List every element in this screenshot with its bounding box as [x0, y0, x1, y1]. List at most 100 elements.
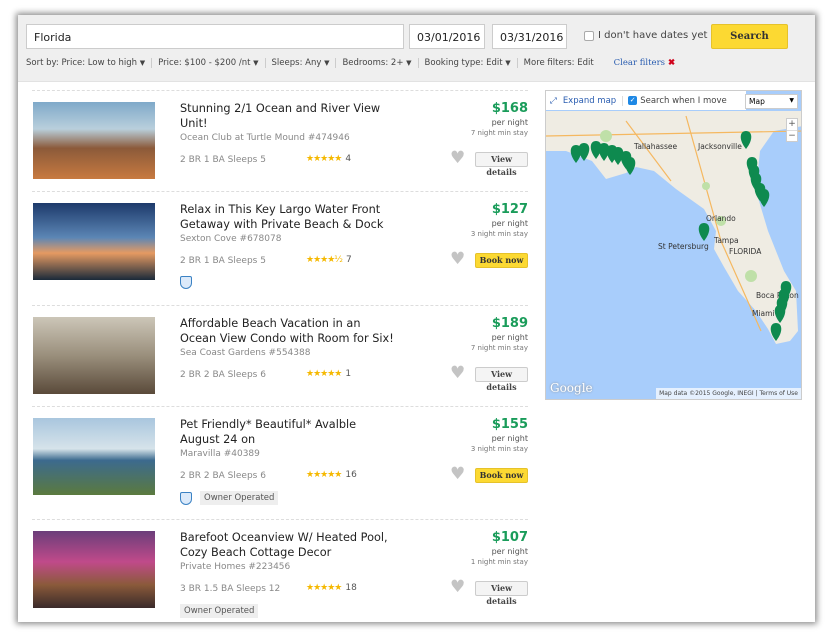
rating-stars: ★★★★★ 18 — [306, 583, 357, 593]
heart-icon[interactable]: ♥ — [450, 464, 465, 484]
listing-photo[interactable] — [33, 317, 155, 394]
listing-specs: 2 BR 1 BA Sleeps 5 — [180, 155, 266, 165]
listing-location: Private Homes #223456 — [180, 562, 291, 572]
filter-bar: Sort by: Price: Low to high ▼ Price: $10… — [26, 58, 675, 68]
listing-title[interactable]: Relax in This Key Largo Water Front Geta… — [180, 202, 395, 232]
owner-operated-badge: Owner Operated — [200, 491, 279, 505]
search-bar: Florida 03/01/2016 03/31/2016 I don't ha… — [18, 15, 815, 82]
checkin-input[interactable]: 03/01/2016 — [409, 24, 485, 49]
listing-card[interactable]: Relax in This Key Largo Water Front Geta… — [32, 191, 528, 304]
city-label: FLORIDA — [729, 247, 762, 256]
listing-card[interactable]: Stunning 2/1 Ocean and River View Unit! … — [32, 90, 528, 203]
bedrooms-dropdown[interactable]: Bedrooms: 2+ ▼ — [336, 58, 419, 68]
location-input[interactable]: Florida — [26, 24, 404, 49]
sleeps-dropdown[interactable]: Sleeps: Any ▼ — [266, 58, 337, 68]
price: $107 — [491, 530, 528, 545]
listing-location: Sexton Cove #678078 — [180, 234, 282, 244]
clear-filters-link[interactable]: Clear filters ✖ — [614, 58, 675, 68]
map-attribution[interactable]: Map data ©2015 Google, INEGI | Terms of … — [656, 388, 801, 399]
listing-card[interactable]: Pet Friendly* Beautiful* Avalble August … — [32, 406, 528, 519]
city-label: Boca Raton — [756, 291, 799, 300]
expand-map-link[interactable]: Expand map — [563, 96, 616, 106]
rating-stars: ★★★★★ 4 — [306, 154, 351, 164]
rating-stars: ★★★★★ 16 — [306, 470, 357, 480]
city-label: Tallahassee — [633, 142, 677, 151]
listing-specs: 2 BR 2 BA Sleeps 6 — [180, 471, 266, 481]
listing-photo[interactable] — [33, 102, 155, 179]
zoom-controls: + − — [786, 118, 798, 142]
min-stay: 3 night min stay — [470, 445, 528, 453]
view-details-button[interactable]: View details — [475, 152, 528, 177]
listing-photo[interactable] — [33, 203, 155, 280]
city-label: St Petersburg — [658, 242, 709, 251]
city-label: Miami — [752, 309, 775, 318]
price-dropdown[interactable]: Price: $100 - $200 /nt ▼ — [152, 58, 266, 68]
expand-icon[interactable]: ⤢ — [550, 96, 557, 106]
heart-icon[interactable]: ♥ — [450, 249, 465, 269]
heart-icon[interactable]: ♥ — [450, 363, 465, 383]
listing-title[interactable]: Pet Friendly* Beautiful* Avalble August … — [180, 417, 395, 447]
booking-label: Booking type: Edit — [424, 58, 503, 68]
heart-icon[interactable]: ♥ — [450, 577, 465, 597]
review-count: 4 — [345, 154, 352, 164]
map-canvas[interactable]: Tallahassee Jacksonville Orlando Tampa St Pe… — [546, 91, 802, 400]
map[interactable]: Tallahassee Jacksonville Orlando Tampa St Pe… — [545, 90, 802, 400]
zoom-out-button[interactable]: − — [787, 130, 797, 142]
map-pin-icon[interactable] — [758, 189, 770, 207]
city-label: Tampa — [713, 236, 739, 245]
listing-location: Maravilla #40389 — [180, 449, 260, 459]
caret-down-icon: ▼ — [324, 59, 330, 67]
clear-filters-label: Clear filters — [613, 58, 666, 68]
star-icons: ★★★★½ — [306, 255, 343, 265]
zoom-in-button[interactable]: + — [787, 119, 797, 130]
listing-card[interactable]: Affordable Beach Vacation in an Ocean Vi… — [32, 305, 528, 418]
booking-type-dropdown[interactable]: Booking type: Edit ▼ — [419, 58, 518, 68]
caret-down-icon: ▼ — [505, 59, 511, 67]
price: $168 — [491, 101, 528, 116]
listing-title[interactable]: Barefoot Oceanview W/ Heated Pool, Cozy … — [180, 530, 395, 560]
city-label: Orlando — [706, 214, 736, 223]
rating-stars: ★★★★½ 7 — [306, 255, 352, 265]
more-filters-label: More filters: Edit — [523, 58, 594, 68]
price: $155 — [491, 417, 528, 432]
view-details-button[interactable]: View details — [475, 367, 528, 392]
sort-label: Sort by: Price: Low to high — [26, 58, 138, 68]
price: $189 — [491, 316, 528, 331]
listing-photo[interactable] — [33, 418, 155, 495]
review-count: 1 — [345, 369, 352, 379]
star-icons: ★★★★★ — [306, 154, 342, 164]
listing-title[interactable]: Stunning 2/1 Ocean and River View Unit! — [180, 101, 395, 131]
sort-dropdown[interactable]: Sort by: Price: Low to high ▼ — [26, 58, 153, 68]
city-label: Jacksonville — [697, 142, 742, 151]
per-night: per night — [491, 219, 528, 228]
map-type-value: Map — [749, 97, 765, 106]
listing-title[interactable]: Affordable Beach Vacation in an Ocean Vi… — [180, 316, 395, 346]
caret-down-icon: ▼ — [406, 59, 412, 67]
checkbox-checked-icon[interactable]: ✓ — [628, 96, 638, 105]
price-block: $168 per night 7 night min stay — [471, 101, 528, 139]
price-block: $155 per night 3 night min stay — [471, 417, 528, 455]
heart-icon[interactable]: ♥ — [450, 148, 465, 168]
book-now-button[interactable]: Book now — [475, 468, 528, 483]
map-pin-icon[interactable] — [698, 223, 710, 241]
app-window: Florida 03/01/2016 03/31/2016 I don't ha… — [18, 15, 815, 622]
sleeps-label: Sleeps: Any — [271, 58, 322, 68]
checkout-input[interactable]: 03/31/2016 — [492, 24, 567, 49]
search-button[interactable]: Search — [711, 24, 788, 49]
min-stay: 3 night min stay — [470, 230, 528, 238]
star-icons: ★★★★★ — [306, 369, 342, 379]
listing-card[interactable]: Barefoot Oceanview W/ Heated Pool, Cozy … — [32, 519, 528, 622]
star-icons: ★★★★★ — [306, 470, 342, 480]
listing-photo[interactable] — [33, 531, 155, 608]
view-details-button[interactable]: View details — [475, 581, 528, 606]
more-filters[interactable]: More filters: Edit — [518, 58, 600, 68]
price-block: $189 per night 7 night min stay — [471, 316, 528, 354]
map-type-select[interactable]: Map ▼ — [745, 94, 798, 109]
shield-icon — [180, 491, 192, 505]
badges: Owner Operated — [180, 491, 279, 505]
book-now-button[interactable]: Book now — [475, 253, 528, 268]
caret-down-icon: ▼ — [789, 97, 794, 104]
search-when-move-toggle[interactable]: ✓ Search when I move — [622, 95, 727, 106]
listing-location: Ocean Club at Turtle Mound #474946 — [180, 133, 350, 143]
no-dates-checkbox[interactable] — [584, 31, 594, 41]
